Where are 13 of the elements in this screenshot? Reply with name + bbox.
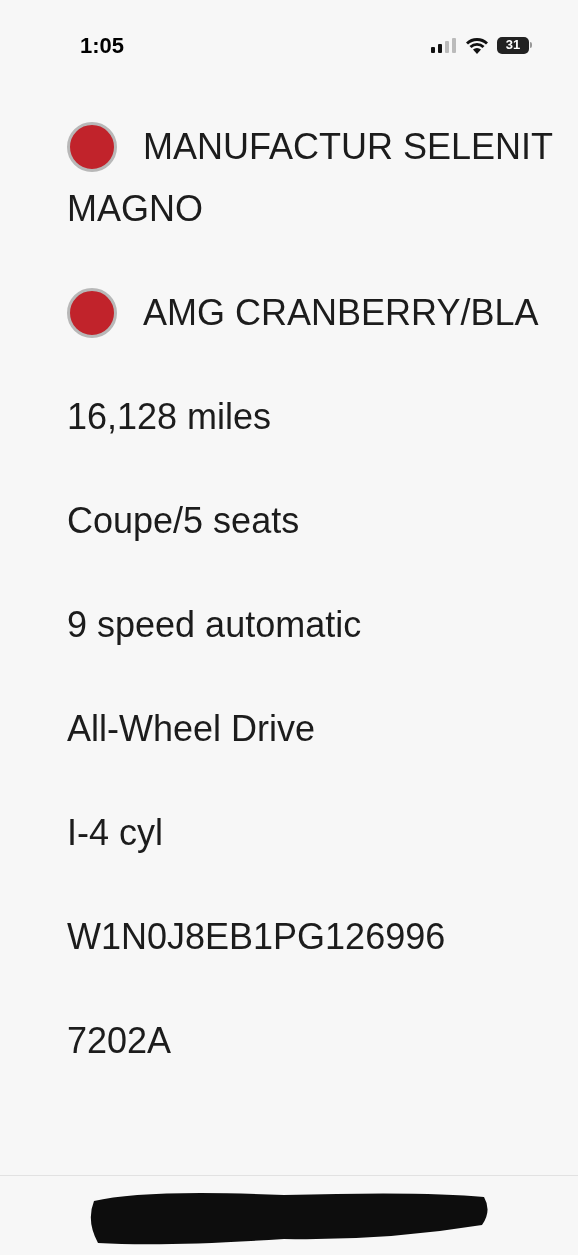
- wifi-icon: [465, 36, 489, 54]
- spec-text: Coupe/5 seats: [67, 499, 301, 543]
- color-name: MANUFACTUR SELENIT MAGNO: [67, 125, 554, 231]
- spec-text: 9 speed automatic: [67, 603, 363, 647]
- spec-text: I-4 cyl: [67, 811, 164, 855]
- spec-text: 16,128 miles: [67, 395, 273, 439]
- color-name: AMG CRANBERRY/BLA: [142, 291, 539, 335]
- signal-icon: [431, 37, 457, 53]
- battery-icon: 31: [497, 36, 532, 54]
- status-time: 1:05: [80, 31, 125, 60]
- spec-text: All-Wheel Drive: [67, 707, 317, 751]
- spec-text: W1N0J8EB1PG126996: [67, 915, 447, 959]
- spec-text: 7202A: [67, 1019, 173, 1063]
